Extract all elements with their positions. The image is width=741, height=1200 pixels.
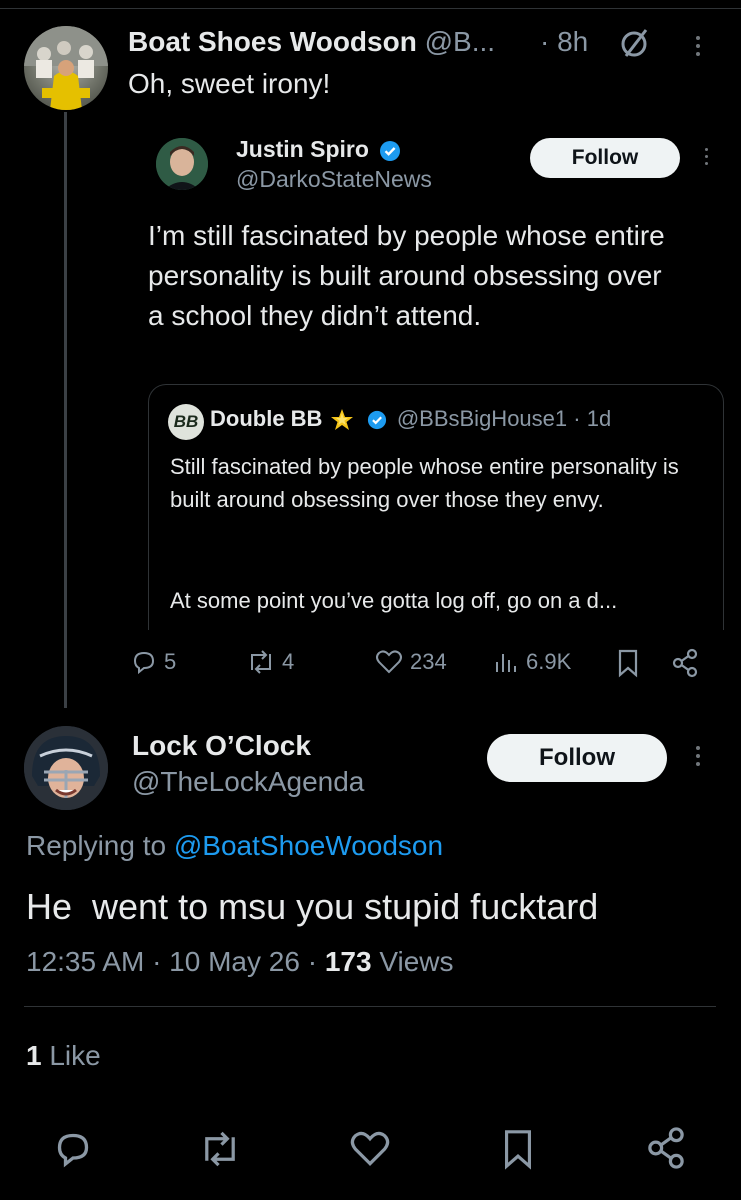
grok-slash-icon[interactable]	[618, 26, 652, 65]
reply-icon	[133, 651, 155, 675]
avatar-boat-shoes-woodson[interactable]	[24, 26, 108, 110]
views-count: 6.9K	[526, 649, 572, 674]
thread-line	[64, 112, 67, 708]
likes-label: Like	[49, 1040, 101, 1071]
avatar-lock-oclock[interactable]	[24, 726, 108, 810]
tweet-text: Oh, sweet irony!	[128, 68, 331, 99]
author-name[interactable]: Boat Shoes Woodson	[128, 26, 417, 57]
reply-author-name[interactable]: Lock O’Clock	[132, 730, 311, 762]
top-divider	[0, 8, 741, 9]
reply-count: 5	[164, 649, 177, 674]
quoted-author-handle[interactable]: @DarkoStateNews	[236, 166, 432, 193]
likes-summary[interactable]: 1 Like	[26, 1040, 101, 1072]
repost-action[interactable]: 4	[246, 648, 294, 676]
replying-to-label: Replying to	[26, 830, 167, 861]
quoted-author-name[interactable]: Justin Spiro	[236, 136, 401, 163]
avatar-image	[156, 138, 208, 190]
bottom-like-icon[interactable]	[348, 1128, 392, 1175]
avatar-image	[24, 726, 108, 810]
bottom-share-icon[interactable]	[644, 1126, 688, 1175]
repost-count: 4	[282, 649, 295, 674]
author-handle[interactable]: @B...	[425, 26, 495, 57]
likes-count: 1	[26, 1040, 42, 1071]
share-icon[interactable]	[670, 648, 700, 683]
avatar-double-bb-text: BB	[173, 412, 199, 431]
follow-button-lock-oclock[interactable]: Follow	[487, 734, 667, 782]
reply-views-count: 173	[324, 946, 372, 977]
verified-badge-icon	[380, 140, 401, 161]
nested-header: Double BB @BBsBigHouse1 · 1d	[210, 406, 611, 433]
avatar-justin-spiro[interactable]	[156, 138, 208, 190]
reply-meta: 12:35 AM · 10 May 26 · 173 Views	[26, 946, 454, 978]
bottom-bookmark-icon[interactable]	[498, 1126, 538, 1177]
bottom-repost-icon[interactable]	[198, 1128, 242, 1175]
star-emoji-icon	[330, 409, 353, 431]
reply-more-dots-icon[interactable]	[696, 746, 700, 766]
views-icon	[496, 654, 516, 672]
more-dots-icon[interactable]	[696, 36, 700, 56]
like-action[interactable]: 234	[374, 648, 447, 676]
tweet-header: Boat Shoes Woodson @B...	[128, 26, 608, 62]
like-count: 234	[410, 649, 447, 674]
replying-to: Replying to @BoatShoeWoodson	[26, 830, 443, 862]
bookmark-icon[interactable]	[614, 648, 642, 683]
reply-timestamp[interactable]: 12:35 AM · 10 May 26 ·	[26, 946, 317, 977]
bottom-reply-icon[interactable]	[52, 1128, 94, 1175]
verified-badge-icon	[367, 411, 386, 430]
like-icon	[376, 650, 402, 674]
quoted-author-name-text: Justin Spiro	[236, 136, 369, 162]
nested-text: Still fascinated by people whose entire …	[170, 454, 679, 512]
reply-author-handle[interactable]: @TheLockAgenda	[132, 766, 364, 798]
follow-button-justin-spiro[interactable]: Follow	[530, 138, 680, 178]
reply-text: He went to msu you stupid fucktard	[26, 886, 599, 927]
nested-author-name[interactable]: Double BB	[210, 406, 322, 431]
tweet-time[interactable]: · 8h	[540, 26, 588, 58]
replying-to-handle[interactable]: @BoatShoeWoodson	[174, 830, 443, 861]
nested-text-continued: At some point you’ve gotta log off, go o…	[170, 588, 618, 613]
avatar-double-bb[interactable]: BB	[168, 404, 204, 440]
nested-author-handle[interactable]: @BBsBigHouse1	[397, 406, 567, 431]
nested-time[interactable]: · 1d	[573, 406, 611, 431]
avatar-image	[24, 26, 108, 110]
meta-divider	[24, 1006, 716, 1007]
repost-icon	[251, 650, 271, 674]
reply-action[interactable]: 5	[130, 648, 176, 676]
reply-views-label: Views	[379, 946, 454, 977]
views-action[interactable]: 6.9K	[492, 648, 571, 676]
quoted-more-dots-icon[interactable]	[705, 148, 708, 165]
quoted-text: I’m still fascinated by people whose ent…	[148, 220, 665, 331]
